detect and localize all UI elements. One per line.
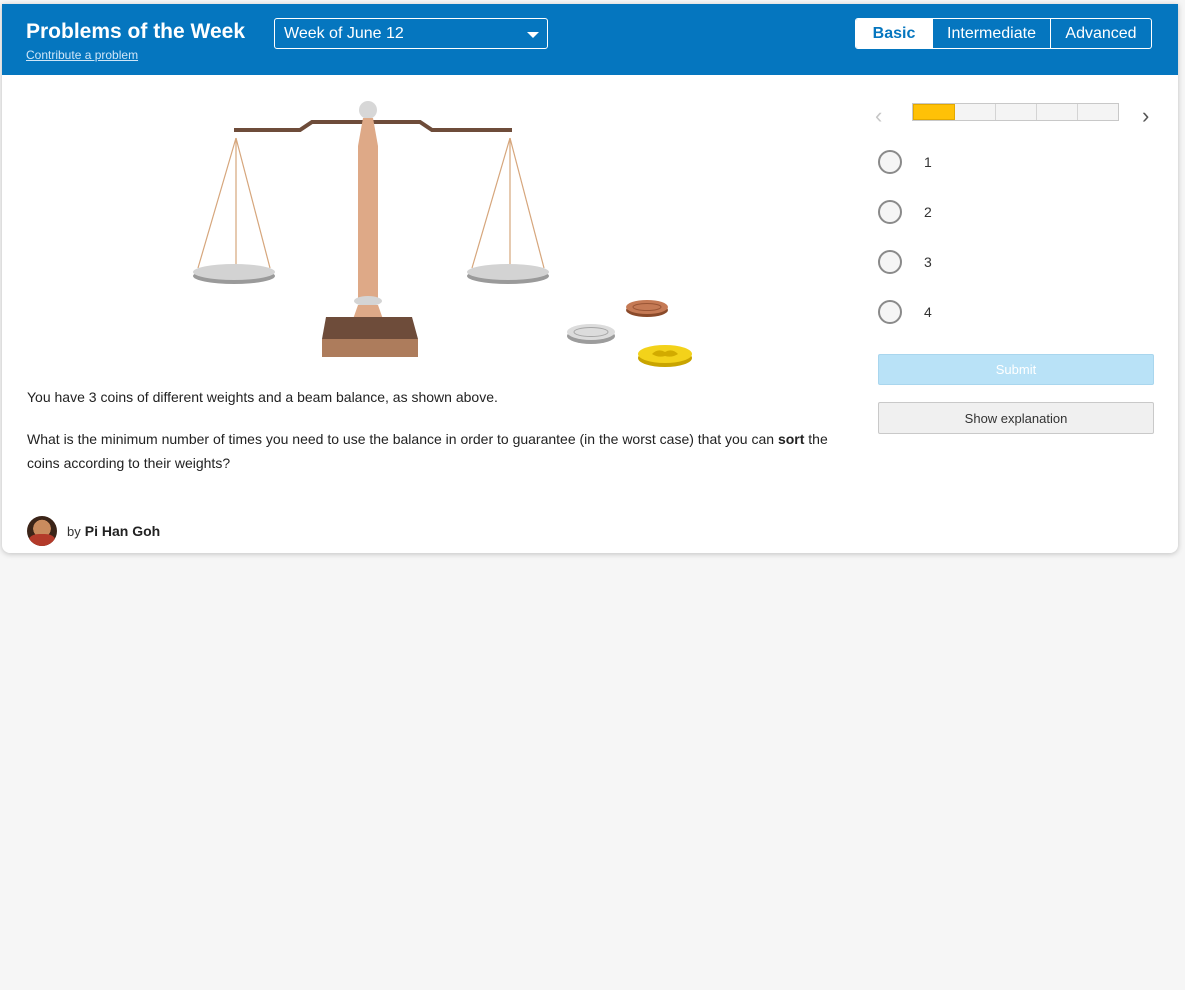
level-advanced-button[interactable]: Advanced <box>1050 19 1151 48</box>
author-byline: by Pi Han Goh <box>27 516 160 546</box>
author-by-label: by <box>67 523 81 539</box>
balance-and-coins-illustration <box>193 101 692 367</box>
problem-paragraph-1: You have 3 coins of different weights an… <box>27 389 498 405</box>
radio-button[interactable] <box>878 200 902 224</box>
radio-button[interactable] <box>878 250 902 274</box>
progress-segment[interactable] <box>955 104 996 120</box>
contribute-link[interactable]: Contribute a problem <box>26 48 138 62</box>
answer-choice-4[interactable]: 4 <box>878 298 932 326</box>
problem-paragraph-2: What is the minimum number of times you … <box>27 431 828 471</box>
show-explanation-button[interactable]: Show explanation <box>878 402 1154 434</box>
answer-choice-1[interactable]: 1 <box>878 148 932 176</box>
choice-label: 1 <box>924 154 932 170</box>
chevron-right-icon[interactable]: › <box>1142 103 1149 129</box>
choice-label: 2 <box>924 204 932 220</box>
progress-segment[interactable] <box>1078 104 1118 120</box>
choice-label: 4 <box>924 304 932 320</box>
submit-button[interactable]: Submit <box>878 354 1154 385</box>
emphasis-sort: sort <box>777 431 805 447</box>
chevron-left-icon[interactable]: ‹ <box>875 103 882 129</box>
progress-segment[interactable] <box>1037 104 1078 120</box>
progress-segment[interactable] <box>996 104 1037 120</box>
radio-button[interactable] <box>878 300 902 324</box>
week-select-value: Week of June 12 <box>284 25 404 42</box>
choice-label: 3 <box>924 254 932 270</box>
problem-card: Problems of the Week Contribute a proble… <box>2 4 1178 553</box>
level-basic-button[interactable]: Basic <box>856 19 932 48</box>
chevron-down-icon <box>527 32 539 38</box>
page-title: Problems of the Week <box>26 20 246 43</box>
radio-button[interactable] <box>878 150 902 174</box>
level-intermediate-button[interactable]: Intermediate <box>932 19 1050 48</box>
problem-progress-bar <box>912 103 1119 121</box>
answer-choice-2[interactable]: 2 <box>878 198 932 226</box>
header-bar: Problems of the Week Contribute a proble… <box>2 4 1178 75</box>
avatar[interactable] <box>27 516 57 546</box>
progress-segment[interactable] <box>913 104 955 120</box>
author-name[interactable]: Pi Han Goh <box>85 523 160 539</box>
level-toggle: Basic Intermediate Advanced <box>855 18 1152 49</box>
beam-balance-image <box>193 101 549 357</box>
week-select[interactable]: Week of June 12 <box>274 18 548 49</box>
coins-image <box>567 300 692 367</box>
problem-statement: You have 3 coins of different weights an… <box>27 385 852 493</box>
answer-choice-3[interactable]: 3 <box>878 248 932 276</box>
